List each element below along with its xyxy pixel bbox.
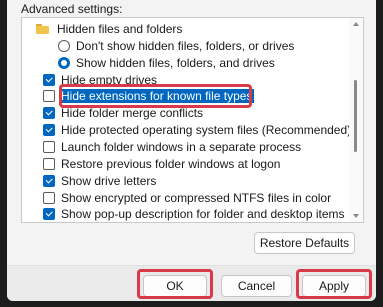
apply-button[interactable]: Apply	[302, 275, 366, 297]
checkbox-label-selected: Hide extensions for known file types	[59, 89, 255, 103]
checkbox-unchecked[interactable]	[43, 192, 55, 204]
radio-button-unchecked[interactable]	[58, 40, 70, 52]
screenshot: Advanced settings: Hidden files and fold…	[0, 0, 383, 307]
checkbox-restore-previous-windows[interactable]: Restore previous folder windows at logon	[43, 156, 280, 172]
dialog-footer: OK Cancel Apply	[7, 265, 376, 301]
restore-defaults-button[interactable]: Restore Defaults	[254, 232, 355, 254]
checkbox-hide-protected-os-files[interactable]: Hide protected operating system files (R…	[43, 122, 351, 138]
tree-item-label: Hidden files and folders	[57, 22, 183, 36]
checkbox-unchecked[interactable]	[43, 141, 55, 153]
checkbox-launch-separate-process[interactable]: Launch folder windows in a separate proc…	[43, 139, 301, 155]
radio-label: Show hidden files, folders, and drives	[76, 56, 275, 70]
scrollbar-thumb[interactable]	[354, 80, 357, 152]
checkbox-label: Restore previous folder windows at logon	[61, 157, 281, 171]
checkbox-show-drive-letters[interactable]: Show drive letters	[43, 173, 156, 189]
advanced-settings-label: Advanced settings:	[21, 2, 123, 16]
folder-options-dialog: Advanced settings: Hidden files and fold…	[7, 0, 376, 301]
ok-button[interactable]: OK	[143, 275, 207, 297]
radio-button-checked[interactable]	[58, 57, 70, 69]
checkbox-label: Hide folder merge conflicts	[61, 106, 204, 120]
checkbox-show-encrypted-color[interactable]: Show encrypted or compressed NTFS files …	[43, 190, 331, 206]
cancel-button[interactable]: Cancel	[221, 275, 292, 297]
checkbox-label: Show drive letters	[61, 174, 157, 188]
checkbox-unchecked[interactable]	[43, 158, 55, 170]
radio-show-hidden[interactable]: Show hidden files, folders, and drives	[58, 55, 275, 71]
folder-icon	[36, 24, 49, 34]
checkbox-label: Hide empty drives	[61, 73, 158, 87]
radio-dont-show-hidden[interactable]: Don't show hidden files, folders, or dri…	[58, 38, 294, 54]
advanced-settings-tree[interactable]: Hidden files and folders Don't show hidd…	[21, 17, 364, 223]
checkbox-label: Show pop-up description for folder and d…	[61, 207, 345, 221]
checkbox-unchecked[interactable]	[43, 90, 55, 102]
checkbox-checked[interactable]	[43, 175, 55, 187]
checkbox-label: Launch folder windows in a separate proc…	[61, 140, 302, 154]
checkbox-checked[interactable]	[43, 208, 55, 220]
checkbox-checked[interactable]	[43, 74, 55, 86]
checkbox-show-popup-description[interactable]: Show pop-up description for folder and d…	[43, 206, 345, 222]
checkbox-checked[interactable]	[43, 107, 55, 119]
checkbox-hide-extensions[interactable]: Hide extensions for known file types	[43, 88, 255, 104]
scroll-up-arrow-icon[interactable]	[353, 22, 359, 26]
checkbox-label: Hide protected operating system files (R…	[61, 123, 352, 137]
checkbox-label: Show encrypted or compressed NTFS files …	[61, 191, 332, 205]
scroll-down-arrow-icon[interactable]	[353, 214, 359, 218]
radio-label: Don't show hidden files, folders, or dri…	[76, 39, 295, 53]
tree-item-hidden-files-folders: Hidden files and folders	[36, 21, 182, 37]
vertical-scrollbar[interactable]	[349, 18, 363, 222]
checkbox-hide-folder-merge-conflicts[interactable]: Hide folder merge conflicts	[43, 105, 203, 121]
checkbox-checked[interactable]	[43, 124, 55, 136]
checkbox-hide-empty-drives[interactable]: Hide empty drives	[43, 72, 157, 88]
